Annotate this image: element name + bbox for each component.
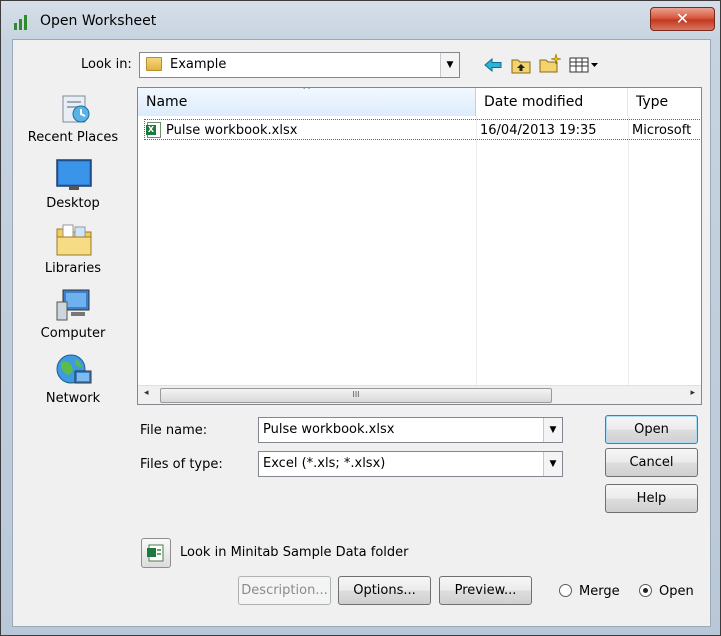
sample-data-folder-button[interactable] xyxy=(141,538,171,568)
window-title: Open Worksheet xyxy=(40,13,157,29)
up-folder-icon[interactable] xyxy=(510,54,532,76)
cancel-button[interactable]: Cancel xyxy=(605,448,698,477)
network-icon xyxy=(55,353,93,387)
dialog-client-area: Look in: Example ▼ Recent Places Desktop… xyxy=(12,39,711,627)
merge-label: Merge xyxy=(579,584,620,599)
options-button[interactable]: Options... xyxy=(338,576,431,605)
file-name-cell: Pulse workbook.xlsx xyxy=(166,123,298,138)
view-menu-icon[interactable] xyxy=(568,54,600,76)
filename-label: File name: xyxy=(140,423,208,438)
scroll-right-icon[interactable]: ▸ xyxy=(690,388,695,398)
chevron-down-icon[interactable]: ▼ xyxy=(440,53,459,77)
column-header-name[interactable]: Name ^ xyxy=(138,88,476,116)
desktop-icon xyxy=(55,158,93,192)
scrollbar-thumb[interactable]: III xyxy=(160,388,552,403)
chevron-down-icon[interactable]: ▼ xyxy=(543,418,562,442)
lookin-label: Look in: xyxy=(81,57,132,72)
sample-folder-label: Look in Minitab Sample Data folder xyxy=(180,545,409,560)
place-label: Network xyxy=(45,391,101,406)
preview-button[interactable]: Preview... xyxy=(439,576,532,605)
filename-input[interactable]: Pulse workbook.xlsx ▼ xyxy=(258,417,563,443)
title-bar[interactable]: Open Worksheet ✕ xyxy=(1,1,720,39)
scroll-left-icon[interactable]: ◂ xyxy=(144,388,149,398)
place-label: Libraries xyxy=(44,261,102,276)
file-list[interactable]: Name ^ Date modified Type X Pulse workbo… xyxy=(137,87,702,405)
place-label: Computer xyxy=(40,326,106,341)
column-divider xyxy=(628,116,629,386)
column-header-date-modified[interactable]: Date modified xyxy=(476,88,628,116)
back-icon[interactable] xyxy=(483,54,503,76)
file-row[interactable]: X Pulse workbook.xlsx 16/04/2013 19:35 M… xyxy=(144,119,701,140)
close-button[interactable]: ✕ xyxy=(650,7,715,31)
chevron-down-icon[interactable]: ▼ xyxy=(543,452,562,476)
place-network[interactable]: Network xyxy=(27,353,119,415)
excel-file-icon: X xyxy=(146,122,161,138)
folder-icon xyxy=(146,57,162,71)
open-worksheet-dialog: Open Worksheet ✕ Look in: Example ▼ Rece… xyxy=(0,0,721,636)
open-mode-label: Open xyxy=(659,584,694,599)
column-divider xyxy=(476,116,477,386)
place-recent-places[interactable]: Recent Places xyxy=(27,92,119,154)
help-button[interactable]: Help xyxy=(605,484,698,513)
description-button[interactable]: Description... xyxy=(238,576,331,605)
recent-places-icon xyxy=(55,92,93,126)
sort-ascending-icon: ^ xyxy=(302,87,312,97)
place-label: Recent Places xyxy=(27,130,119,145)
lookin-combo[interactable]: Example ▼ xyxy=(139,52,460,78)
filename-value: Pulse workbook.xlsx xyxy=(263,422,395,437)
place-libraries[interactable]: Libraries xyxy=(27,223,119,285)
place-label: Desktop xyxy=(46,196,100,211)
filetype-select[interactable]: Excel (*.xls; *.xlsx) ▼ xyxy=(258,451,563,477)
open-radio[interactable] xyxy=(639,584,652,597)
horizontal-scrollbar[interactable]: ◂ III ▸ xyxy=(138,385,701,404)
place-desktop[interactable]: Desktop xyxy=(27,158,119,220)
libraries-icon xyxy=(55,223,93,257)
filetype-label: Files of type: xyxy=(140,457,223,472)
minitab-app-icon xyxy=(14,14,30,30)
open-button[interactable]: Open xyxy=(605,415,698,444)
merge-radio[interactable] xyxy=(559,584,572,597)
place-computer[interactable]: Computer xyxy=(27,288,119,350)
lookin-value: Example xyxy=(170,57,227,72)
computer-icon xyxy=(55,288,93,322)
new-folder-icon[interactable] xyxy=(538,52,562,74)
file-date-cell: 16/04/2013 19:35 xyxy=(480,123,597,138)
filetype-value: Excel (*.xls; *.xlsx) xyxy=(263,456,386,471)
file-type-cell: Microsoft xyxy=(632,123,692,138)
column-header-type[interactable]: Type xyxy=(628,88,701,116)
